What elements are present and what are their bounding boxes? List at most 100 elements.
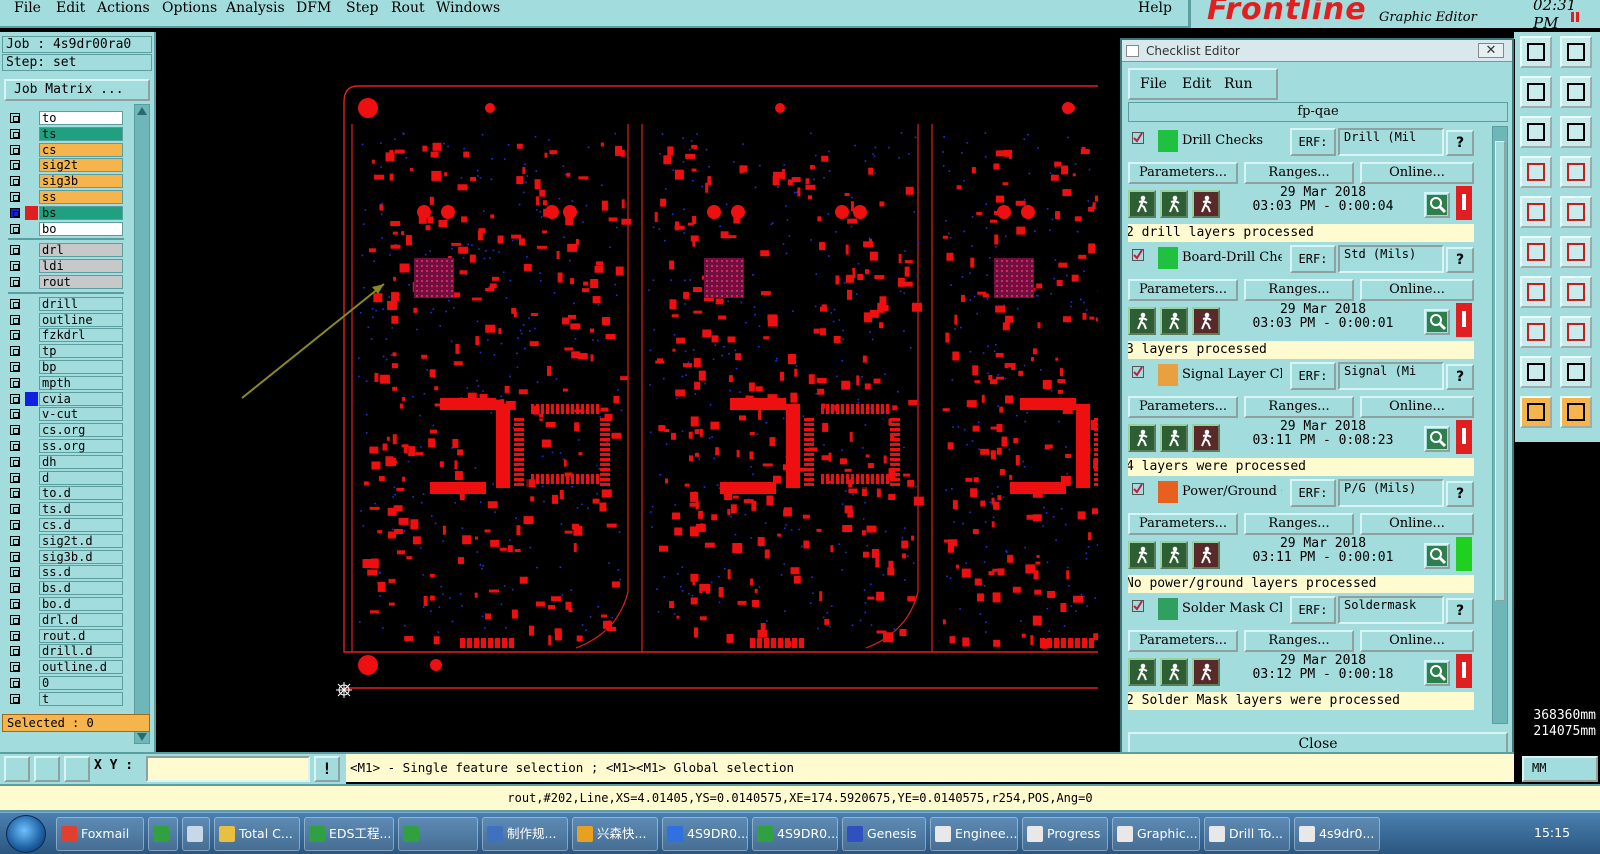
menu-edit[interactable]: Edit bbox=[56, 0, 85, 16]
net-highlight-icon[interactable] bbox=[1560, 156, 1592, 188]
erf-button[interactable]: ERF: bbox=[1290, 479, 1336, 507]
zoom-results-icon[interactable] bbox=[1424, 426, 1450, 452]
red-a-icon[interactable] bbox=[1520, 356, 1552, 388]
parameters-button[interactable]: Parameters... bbox=[1128, 513, 1238, 535]
run-action-icon[interactable] bbox=[1128, 424, 1156, 452]
layer-row[interactable]: ldi bbox=[4, 258, 126, 274]
resize-icon[interactable] bbox=[1560, 36, 1592, 68]
layer-checkbox[interactable] bbox=[10, 630, 20, 641]
erf-value[interactable]: Drill (Mil bbox=[1338, 128, 1444, 156]
grid-icon[interactable] bbox=[64, 756, 90, 782]
layer-name[interactable]: ts bbox=[39, 126, 123, 141]
layer-name[interactable]: outline.d bbox=[39, 660, 123, 675]
layer-name[interactable]: bs bbox=[39, 205, 123, 220]
layer-checkbox[interactable] bbox=[10, 599, 20, 609]
layer-checkbox[interactable] bbox=[10, 176, 20, 187]
home-icon[interactable] bbox=[1520, 36, 1552, 68]
zoom-ratio-icon[interactable] bbox=[1520, 116, 1552, 148]
run-stop-icon[interactable] bbox=[1192, 424, 1220, 452]
online-button[interactable]: Online... bbox=[1360, 279, 1474, 301]
online-button[interactable]: Online... bbox=[1360, 630, 1474, 652]
undo-window-icon[interactable] bbox=[1520, 76, 1552, 108]
taskbar-item[interactable]: 4s9dr0... bbox=[1294, 817, 1380, 851]
layer-checkbox[interactable] bbox=[10, 144, 20, 155]
layer-checkbox[interactable] bbox=[10, 362, 20, 372]
layer-name[interactable]: sig3b.d bbox=[39, 549, 123, 564]
zoom-results-icon[interactable] bbox=[1424, 660, 1450, 686]
layer-name[interactable]: rout bbox=[39, 275, 123, 289]
menu-help[interactable]: Help bbox=[1138, 0, 1172, 16]
layer-row[interactable]: ts bbox=[4, 126, 126, 142]
cursor-alt-icon[interactable] bbox=[1560, 396, 1592, 428]
run-stop-icon[interactable] bbox=[1192, 307, 1220, 335]
layer-name[interactable]: cs.d bbox=[39, 518, 123, 532]
run-action-icon[interactable] bbox=[1128, 541, 1156, 569]
erf-value[interactable]: Std (Mils) bbox=[1338, 245, 1444, 273]
layer-checkbox[interactable] bbox=[10, 551, 20, 562]
layer-row[interactable]: ts.d bbox=[4, 501, 126, 517]
layer-row[interactable]: cvia bbox=[4, 391, 126, 407]
layer-row[interactable]: bp bbox=[4, 359, 126, 375]
erf-button[interactable]: ERF: bbox=[1290, 362, 1336, 390]
menu-analysis[interactable]: Analysis bbox=[226, 0, 285, 16]
checklist-scrollbar[interactable] bbox=[1492, 126, 1508, 724]
layer-checkbox[interactable] bbox=[10, 330, 20, 341]
erf-button[interactable]: ERF: bbox=[1290, 245, 1336, 273]
parameters-button[interactable]: Parameters... bbox=[1128, 630, 1238, 652]
pcb-view[interactable] bbox=[158, 32, 1098, 752]
checklist-menu-edit[interactable]: Edit bbox=[1182, 76, 1211, 92]
taskbar-item[interactable] bbox=[398, 817, 478, 851]
menu-options[interactable]: Options bbox=[162, 0, 217, 16]
layer-name[interactable]: drl.d bbox=[39, 612, 123, 627]
online-button[interactable]: Online... bbox=[1360, 162, 1474, 184]
run-from-icon[interactable] bbox=[1160, 424, 1188, 452]
line-add-icon[interactable] bbox=[1560, 236, 1592, 268]
menu-windows[interactable]: Windows bbox=[436, 0, 500, 16]
zoom-results-icon[interactable] bbox=[1424, 543, 1450, 569]
layer-name[interactable]: mpth bbox=[39, 375, 123, 390]
erf-button[interactable]: ERF: bbox=[1290, 128, 1336, 156]
layer-checkbox[interactable] bbox=[10, 535, 20, 546]
layer-row[interactable]: rout bbox=[4, 274, 126, 290]
layer-name[interactable]: bo bbox=[39, 221, 123, 236]
layer-row[interactable]: d bbox=[4, 470, 126, 486]
layer-name[interactable]: bp bbox=[39, 360, 123, 374]
layer-checkbox[interactable] bbox=[10, 192, 20, 202]
parameters-button[interactable]: Parameters... bbox=[1128, 279, 1238, 301]
layer-checkbox[interactable] bbox=[10, 113, 20, 123]
arc-icon[interactable] bbox=[1520, 276, 1552, 308]
layer-row[interactable]: v-cut bbox=[4, 406, 126, 422]
taskbar-item[interactable]: 4S9DR0... bbox=[752, 817, 838, 851]
layer-checkbox[interactable] bbox=[10, 441, 20, 451]
ranges-button[interactable]: Ranges... bbox=[1244, 513, 1354, 535]
layer-name[interactable]: outline bbox=[39, 312, 123, 327]
red-a-alt-icon[interactable] bbox=[1560, 356, 1592, 388]
layer-checkbox[interactable] bbox=[10, 409, 20, 420]
online-button[interactable]: Online... bbox=[1360, 513, 1474, 535]
taskbar-item[interactable] bbox=[182, 817, 210, 851]
mirror-icon[interactable] bbox=[1560, 276, 1592, 308]
layer-checkbox[interactable] bbox=[10, 472, 20, 483]
layer-row[interactable]: cs.org bbox=[4, 422, 126, 438]
taskbar-item[interactable]: Total C... bbox=[214, 817, 300, 851]
layer-name[interactable]: dh bbox=[39, 454, 123, 469]
help-button[interactable]: ? bbox=[1446, 364, 1474, 390]
snap-icon[interactable] bbox=[4, 756, 30, 782]
layer-name[interactable]: sig2t bbox=[39, 158, 123, 173]
taskbar-item[interactable] bbox=[148, 817, 178, 851]
run-from-icon[interactable] bbox=[1160, 307, 1188, 335]
layer-checkbox[interactable] bbox=[10, 567, 20, 578]
layer-row[interactable]: to bbox=[4, 110, 126, 126]
scroll-up-icon[interactable] bbox=[137, 107, 147, 115]
layer-row[interactable]: tp bbox=[4, 343, 126, 359]
taskbar-item[interactable]: 兴森快... bbox=[572, 817, 658, 851]
layer-checkbox[interactable] bbox=[10, 207, 20, 218]
layer-row[interactable]: drl.d bbox=[4, 612, 126, 628]
zoom-results-icon[interactable] bbox=[1424, 309, 1450, 335]
layer-checkbox[interactable] bbox=[10, 261, 20, 272]
ranges-button[interactable]: Ranges... bbox=[1244, 630, 1354, 652]
layer-checkbox[interactable] bbox=[10, 314, 20, 325]
layer-checkbox[interactable] bbox=[10, 160, 20, 171]
layer-name[interactable]: bo.d bbox=[39, 597, 123, 611]
ruler-icon[interactable] bbox=[1520, 196, 1552, 228]
